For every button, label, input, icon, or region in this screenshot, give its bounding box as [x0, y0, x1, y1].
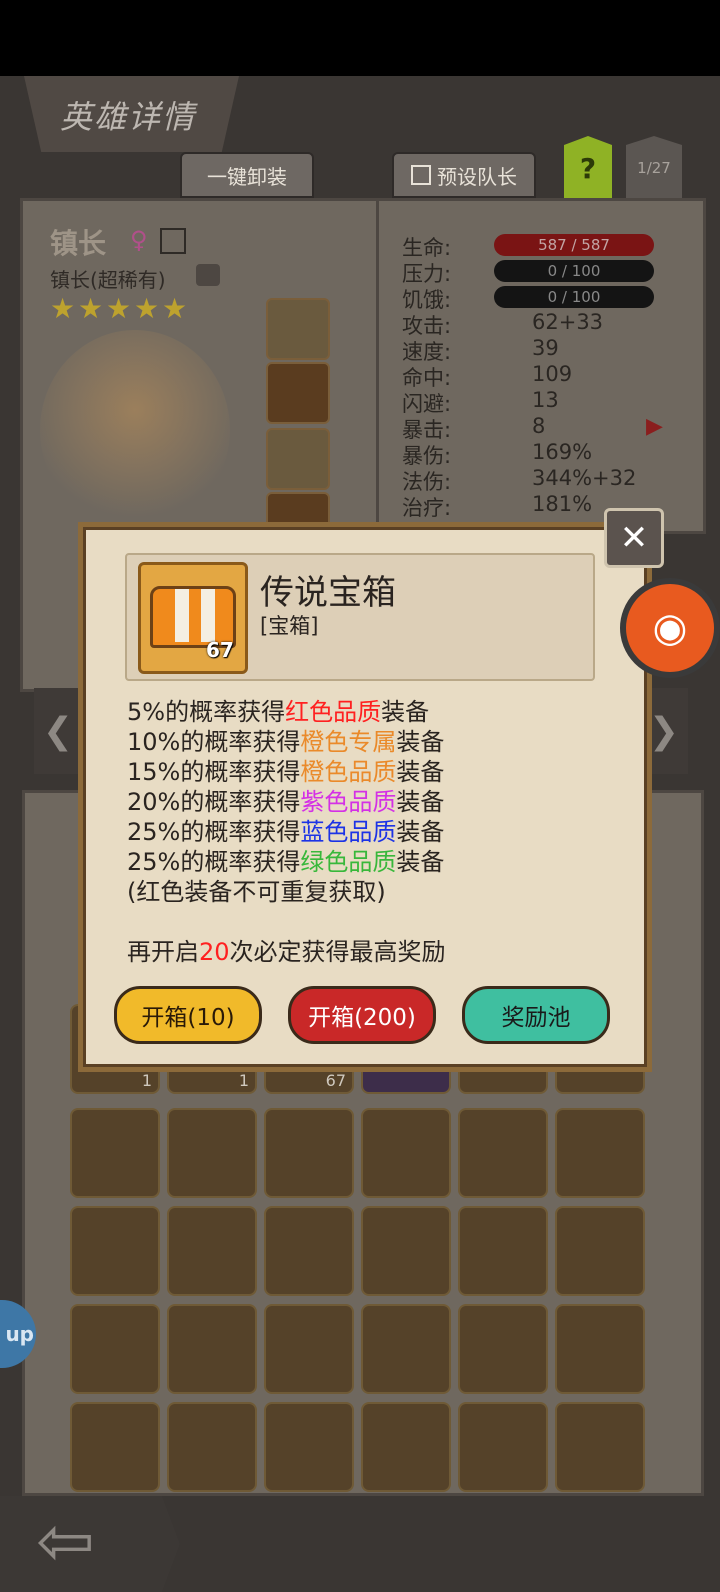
arrow-right-icon[interactable]: ▶: [646, 414, 663, 439]
open-10-button[interactable]: 开箱(10): [114, 986, 262, 1044]
attack-value: 62+33: [532, 310, 604, 334]
healing-value: 181%: [532, 492, 593, 516]
item-count: 67: [206, 638, 234, 662]
guarantee-line: 再开启20次必定获得最高奖励: [127, 938, 446, 966]
stress-bar: 0 / 100: [494, 260, 654, 282]
star-icon: ★: [162, 292, 188, 325]
preset-leader-label: 预设队长: [437, 164, 517, 189]
info-icon[interactable]: [196, 264, 220, 286]
page-indicator[interactable]: 1/27: [626, 136, 682, 200]
floating-video-button[interactable]: ◉: [620, 578, 720, 678]
chest-band: [175, 589, 189, 642]
reward-pool-button[interactable]: 奖励池: [462, 986, 610, 1044]
magic-damage-value: 344%+32: [532, 466, 637, 490]
crit-value: 8: [532, 414, 546, 438]
inventory-item[interactable]: [264, 1108, 354, 1198]
hero-portrait: [40, 330, 230, 530]
inventory-item[interactable]: [167, 1304, 257, 1394]
item-name: 传说宝箱: [260, 573, 396, 613]
inventory-item[interactable]: [555, 1402, 645, 1492]
inventory-item[interactable]: [167, 1206, 257, 1296]
hero-subtitle: 镇长(超稀有): [50, 268, 166, 292]
edit-icon[interactable]: [160, 228, 186, 254]
accuracy-value: 109: [532, 362, 573, 386]
inventory-item[interactable]: [70, 1108, 160, 1198]
dodge-value: 13: [532, 388, 559, 412]
inventory-item[interactable]: [70, 1206, 160, 1296]
close-button[interactable]: ✕: [604, 508, 664, 568]
inventory-item[interactable]: [361, 1108, 451, 1198]
inventory-item[interactable]: [70, 1402, 160, 1492]
help-button[interactable]: ?: [564, 136, 612, 200]
inventory-item[interactable]: [458, 1402, 548, 1492]
chest-band: [201, 589, 215, 642]
inventory-item[interactable]: [555, 1304, 645, 1394]
inventory-item[interactable]: [264, 1402, 354, 1492]
back-arrow-icon: ⇦: [36, 1500, 95, 1582]
inventory-item[interactable]: [458, 1304, 548, 1394]
inventory-item[interactable]: [555, 1108, 645, 1198]
close-icon: ✕: [619, 518, 649, 558]
item-type: [宝箱]: [260, 614, 319, 638]
hunger-bar: 0 / 100: [494, 286, 654, 308]
inventory-item[interactable]: [361, 1206, 451, 1296]
hero-name: 镇长: [50, 227, 107, 260]
inventory-item[interactable]: [264, 1304, 354, 1394]
prev-hero-button[interactable]: ❮: [34, 688, 82, 774]
speed-value: 39: [532, 336, 559, 360]
star-icon: ★: [106, 292, 132, 325]
star-icon: ★: [78, 292, 104, 325]
inventory-item[interactable]: [167, 1108, 257, 1198]
helmet-slot[interactable]: [266, 362, 330, 424]
preset-leader-toggle[interactable]: 预设队长: [392, 152, 536, 198]
inventory-item[interactable]: [361, 1402, 451, 1492]
star-icon: ★: [134, 292, 160, 325]
inventory-item[interactable]: [70, 1304, 160, 1394]
star-icon: ★: [50, 292, 76, 325]
page-title: 英雄详情: [60, 98, 197, 136]
open-200-button[interactable]: 开箱(200): [288, 986, 436, 1044]
note-line: (红色装备不可重复获取): [127, 878, 386, 906]
inventory-item[interactable]: [264, 1206, 354, 1296]
checkbox-icon: [411, 165, 431, 185]
unequip-all-button[interactable]: 一键卸装: [180, 152, 314, 198]
weapon-slot[interactable]: [266, 298, 330, 360]
inventory-item[interactable]: [167, 1402, 257, 1492]
inventory-item[interactable]: [458, 1108, 548, 1198]
armor-slot[interactable]: [266, 428, 330, 490]
inventory-item[interactable]: [361, 1304, 451, 1394]
inventory-item[interactable]: [555, 1206, 645, 1296]
female-icon: ♀: [130, 226, 148, 254]
video-app-icon: ◉: [652, 605, 688, 651]
crit-damage-value: 169%: [532, 440, 593, 464]
hp-bar: 587 / 587: [494, 234, 654, 256]
inventory-item[interactable]: [458, 1206, 548, 1296]
stat-label: 治疗:: [402, 496, 452, 520]
